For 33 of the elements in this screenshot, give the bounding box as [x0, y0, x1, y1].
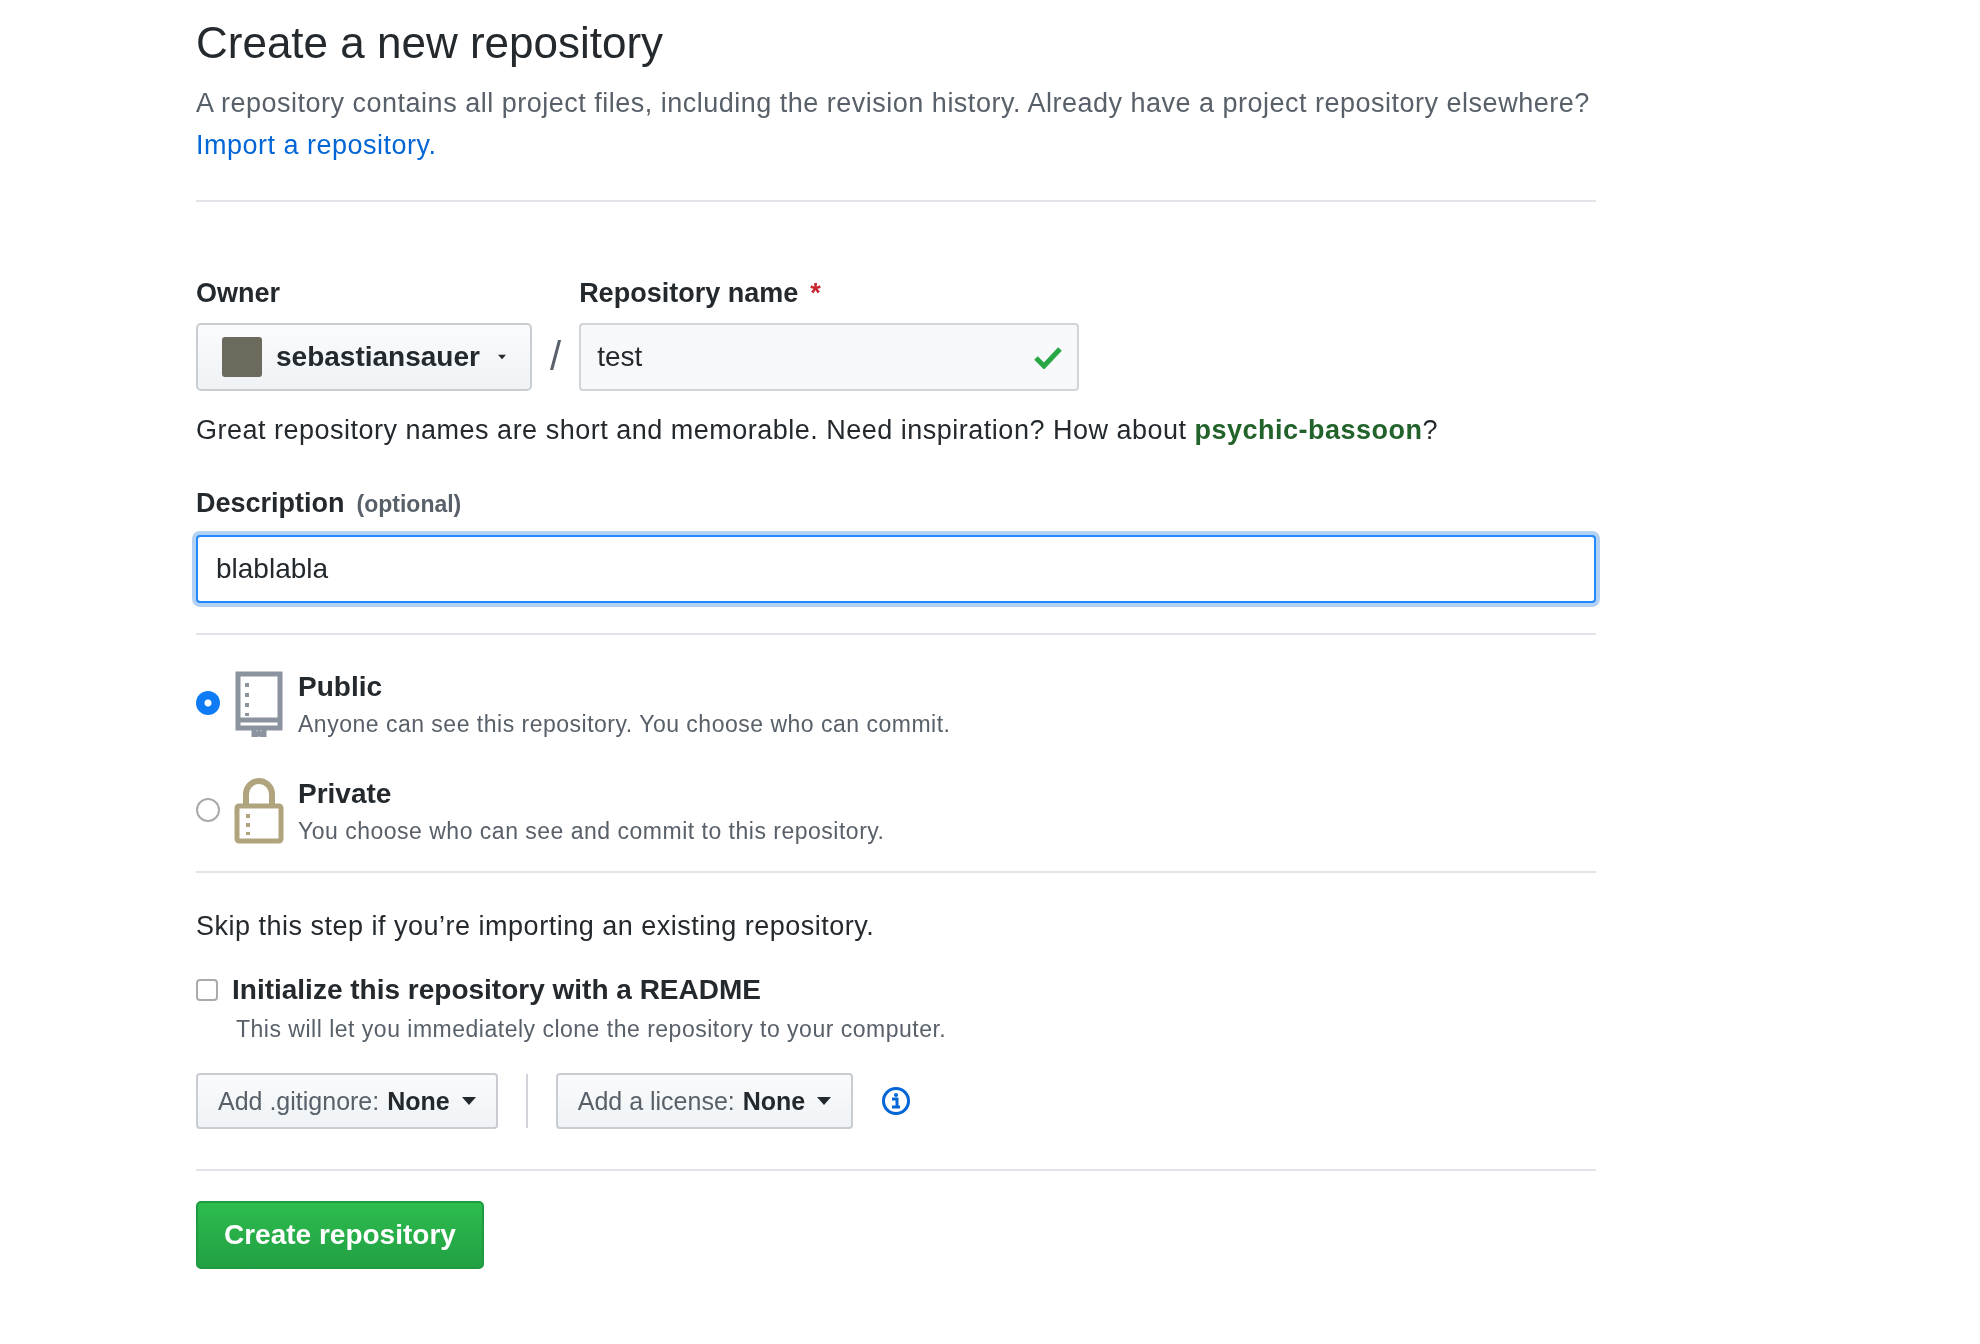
- import-link[interactable]: Import a repository.: [196, 130, 437, 160]
- optional-note: (optional): [356, 491, 462, 518]
- visibility-description: You choose who can see and commit to this repository.: [298, 818, 885, 845]
- avatar-placeholder: [222, 337, 262, 377]
- description-label: Description: [196, 488, 345, 519]
- caret-icon: [461, 1097, 476, 1105]
- skip-note: Skip this step if you’re importing an existing repository.: [196, 911, 876, 942]
- owner-label: Owner: [196, 278, 282, 309]
- readme-description: This will let you immediately clone the repository to your computer.: [236, 1016, 948, 1043]
- radio-button[interactable]: [196, 798, 220, 822]
- suggestion-link[interactable]: psychic-bassoon: [1194, 415, 1423, 445]
- readme-label: Initialize this repository with a README: [232, 974, 761, 1006]
- repository-name-label: Repository name: [579, 278, 799, 309]
- checkbox[interactable]: [196, 979, 218, 1001]
- repository-name-field[interactable]: test: [579, 323, 1080, 391]
- radio-button[interactable]: [196, 691, 220, 715]
- book-icon: [234, 671, 284, 737]
- visibility-description: Anyone can see this repository. You choose who can commit.: [298, 711, 951, 738]
- visibility-label: Public: [298, 671, 383, 703]
- select-dropdown[interactable]: Add .gitignore: None: [196, 1073, 498, 1129]
- caret-icon: [497, 353, 506, 361]
- required-mark: *: [810, 278, 821, 309]
- description-field[interactable]: blablabla: [196, 535, 1596, 603]
- slash-separator: /: [549, 334, 563, 380]
- owner-dropdown[interactable]: sebastiansauer: [196, 323, 532, 391]
- info-icon[interactable]: [881, 1086, 912, 1116]
- intro-text: A repository contains all project files, including the revision history. Already have a project repository elsewhere? Import a repository.: [196, 87, 1591, 162]
- page-title: Create a new repository: [196, 18, 665, 68]
- caret-icon: [817, 1097, 832, 1105]
- lock-icon: [234, 778, 284, 844]
- visibility-label: Private: [298, 778, 393, 810]
- select-dropdown[interactable]: Add a license: None: [555, 1073, 854, 1129]
- name-suggestion-text: Great repository names are short and memorable. Need inspiration? How about psychic-bassoon?: [196, 415, 1440, 446]
